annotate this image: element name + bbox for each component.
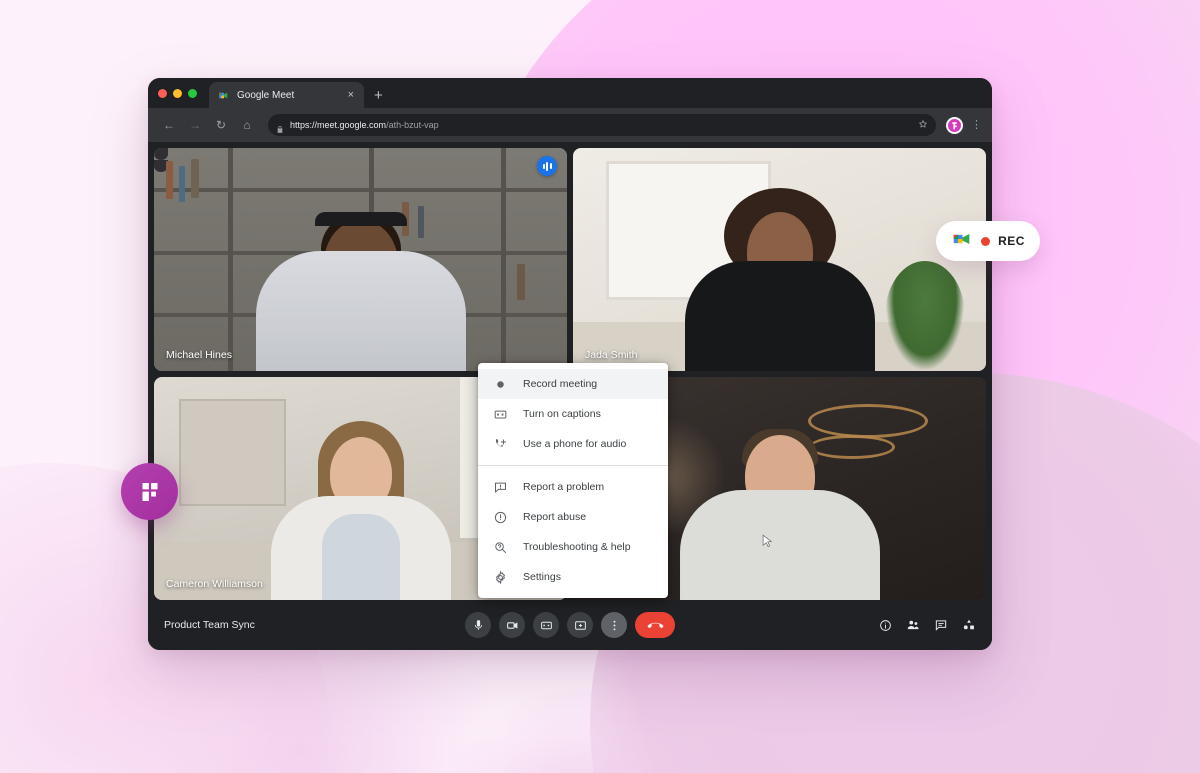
troubleshooting-icon [492, 539, 509, 556]
menu-item-turn-on-captions[interactable]: Turn on captions [478, 399, 668, 429]
menu-item-label: Report abuse [523, 511, 587, 523]
menu-item-use-phone-for-audio[interactable]: Use a phone for audio [478, 429, 668, 459]
menu-item-label: Settings [523, 571, 561, 583]
meeting-details-button[interactable] [879, 619, 892, 632]
google-meet-app: Michael Hines Jada Smith Cameron William… [148, 142, 992, 650]
url-path: /ath-bzut-vap [386, 120, 439, 130]
menu-item-label: Report a problem [523, 481, 605, 493]
reload-button[interactable]: ↻ [210, 114, 232, 136]
google-meet-logo-icon [951, 228, 973, 255]
primary-controls [465, 612, 675, 638]
google-meet-favicon-icon [217, 89, 230, 102]
menu-item-report-a-problem[interactable]: Report a problem [478, 472, 668, 502]
video-feed [154, 148, 567, 371]
report-abuse-icon [492, 509, 509, 526]
window-traffic-lights [158, 78, 207, 108]
tab-close-icon[interactable]: × [346, 89, 356, 101]
people-button[interactable] [906, 618, 920, 632]
camera-button[interactable] [499, 612, 525, 638]
back-button[interactable]: ← [158, 114, 180, 136]
more-options-menu: Record meeting Turn on captions Use a ph… [478, 363, 668, 598]
activities-button[interactable] [962, 618, 976, 632]
home-button[interactable]: ⌂ [236, 114, 258, 136]
menu-item-settings[interactable]: Settings [478, 562, 668, 592]
address-bar-url: https://meet.google.com/ath-bzut-vap [290, 120, 439, 130]
record-dot-icon [492, 376, 509, 393]
window-close-button[interactable] [158, 88, 167, 98]
recording-dot-icon [981, 236, 991, 246]
url-domain: https://meet.google.com [290, 120, 387, 130]
more-options-button[interactable] [601, 612, 627, 638]
new-tab-button[interactable]: + [364, 82, 393, 108]
menu-divider [478, 465, 668, 466]
browser-window: Google Meet × + ← → ↻ ⌂ https://meet.goo… [148, 78, 992, 650]
video-tile-michael-hines[interactable]: Michael Hines [154, 148, 567, 371]
video-tile-jada-smith[interactable]: Jada Smith [573, 148, 986, 371]
window-maximize-button[interactable] [188, 88, 197, 98]
meeting-title: Product Team Sync [164, 619, 255, 631]
meeting-control-bar: Product Team Sync [148, 600, 992, 650]
report-problem-icon [492, 479, 509, 496]
browser-tab-google-meet[interactable]: Google Meet × [209, 82, 364, 108]
lock-icon [276, 121, 284, 133]
menu-item-label: Record meeting [523, 378, 598, 390]
participant-name-label: Michael Hines [166, 349, 232, 361]
address-bar[interactable]: https://meet.google.com/ath-bzut-vap [268, 114, 936, 136]
microphone-button[interactable] [465, 612, 491, 638]
menu-item-label: Use a phone for audio [523, 438, 627, 450]
recording-label: REC [998, 234, 1025, 248]
secondary-controls [879, 618, 976, 632]
menu-item-troubleshooting-help[interactable]: Troubleshooting & help [478, 532, 668, 562]
menu-item-label: Turn on captions [523, 408, 601, 420]
menu-item-report-abuse[interactable]: Report abuse [478, 502, 668, 532]
speaking-indicator-icon [537, 156, 557, 176]
menu-item-label: Troubleshooting & help [523, 541, 631, 553]
window-minimize-button[interactable] [173, 88, 182, 98]
participant-name-label: Jada Smith [585, 349, 638, 361]
profile-avatar[interactable] [946, 116, 963, 134]
closed-captions-icon [492, 406, 509, 423]
gear-icon [492, 569, 509, 586]
browser-tab-strip: Google Meet × + [148, 78, 992, 108]
present-screen-button[interactable] [567, 612, 593, 638]
video-feed [573, 148, 986, 371]
recording-status-badge: REC [936, 221, 1040, 261]
star-icon[interactable] [918, 119, 928, 132]
captions-button[interactable] [533, 612, 559, 638]
mouse-cursor-icon [760, 534, 775, 554]
leave-call-button[interactable] [635, 612, 675, 638]
browser-tab-title: Google Meet [237, 89, 295, 101]
browser-toolbar: ← → ↻ ⌂ https://meet.google.com/ath-bzut… [148, 108, 992, 142]
forward-button[interactable]: → [184, 114, 206, 136]
brand-logo-badge [121, 463, 178, 520]
menu-item-record-meeting[interactable]: Record meeting [478, 369, 668, 399]
chat-button[interactable] [934, 618, 948, 632]
phone-add-icon [492, 436, 509, 453]
browser-menu-icon[interactable]: ⋮ [967, 119, 982, 131]
participant-name-label: Cameron Williamson [166, 578, 263, 590]
